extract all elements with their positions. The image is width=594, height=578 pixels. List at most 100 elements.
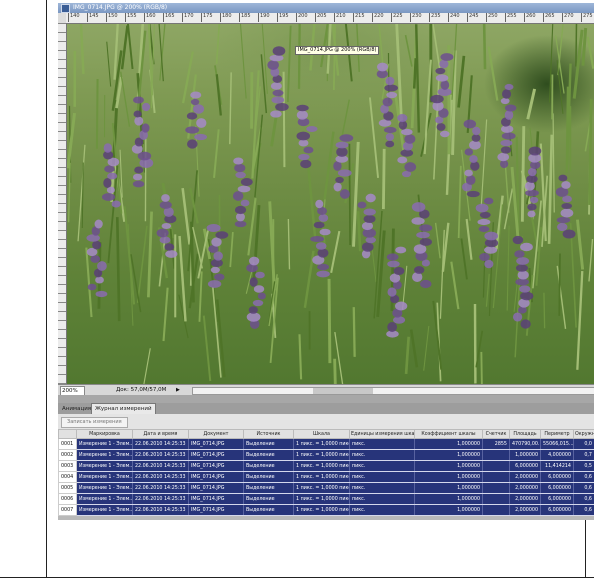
- flower-blossom: [484, 231, 499, 241]
- flower-blossom: [430, 94, 444, 104]
- flower-blossom: [500, 97, 510, 105]
- table-cell: 22.06.2010 14:25:33: [132, 471, 189, 483]
- flower-blossom: [484, 246, 498, 254]
- tab-measurement-log[interactable]: Журнал измерений: [91, 403, 156, 414]
- vertical-ruler[interactable]: [58, 23, 67, 384]
- grass-blade: [333, 358, 337, 384]
- image-canvas[interactable]: IMG_0714.JPG @ 200% (RGB/8): [67, 24, 594, 384]
- flower-blossom: [111, 200, 121, 208]
- flower-blossom: [361, 242, 374, 252]
- grass-blade: [506, 225, 510, 311]
- table-cell: [482, 471, 510, 483]
- column-header[interactable]: Счетчик: [482, 429, 510, 439]
- table-cell: 1,000000: [414, 460, 483, 472]
- flower-blossom: [194, 133, 208, 141]
- grass-blade: [215, 24, 221, 65]
- flower-blossom: [411, 217, 425, 225]
- table-cell: 1 пикс. = 1,0000 пикс.: [293, 482, 350, 494]
- column-header[interactable]: Единицы измерения шкалы: [349, 429, 415, 439]
- grass-blade: [412, 58, 418, 89]
- table-cell: 22.06.2010 14:25:33: [132, 460, 189, 472]
- tab-animation[interactable]: Анимация: [59, 404, 94, 414]
- ruler-tick-label: 235: [429, 13, 441, 22]
- flower-blossom: [387, 260, 400, 268]
- status-arrow-icon[interactable]: ▶: [176, 386, 190, 394]
- grass-blade: [457, 55, 466, 108]
- flower-blossom: [270, 82, 282, 90]
- table-row[interactable]: 0006 Измерение 1 - Элем... 22.06.2010 14:2…: [58, 493, 594, 505]
- document-title-bar[interactable]: IMG_0714.JPG @ 200% (RGB/8): [58, 3, 594, 13]
- column-header[interactable]: Окружн: [573, 429, 594, 439]
- column-header[interactable]: Площадь: [509, 429, 541, 439]
- column-header[interactable]: Коэффициент шкалы: [414, 429, 483, 439]
- table-cell: 4,000000: [540, 449, 574, 461]
- table-cell: Измерение 1 - Элем...: [76, 460, 133, 472]
- ruler-tick-label: 245: [467, 13, 479, 22]
- grass-blade: [352, 307, 356, 357]
- flower-blossom: [363, 208, 376, 216]
- grass-blade: [77, 144, 86, 242]
- record-measurements-button[interactable]: Записать измерения: [61, 417, 128, 428]
- grass-blade: [327, 278, 332, 364]
- column-header[interactable]: [58, 429, 77, 439]
- ruler-tick-label: 175: [201, 13, 213, 22]
- column-header[interactable]: Документ: [188, 429, 244, 439]
- flower-blossom: [501, 132, 516, 140]
- table-cell: 2,000000: [509, 493, 541, 505]
- flower-blossom: [435, 67, 446, 75]
- flower-blossom: [497, 152, 510, 162]
- grass-blade: [287, 219, 291, 270]
- grass-blade: [552, 113, 555, 213]
- flower-blossom: [386, 91, 398, 99]
- ruler-tick-label: 200: [296, 13, 308, 22]
- flower-blossom: [377, 62, 388, 72]
- grass-blade: [120, 25, 129, 70]
- grass-blade: [434, 222, 441, 259]
- flower-blossom: [528, 146, 542, 156]
- table-cell: Измерение 1 - Элем...: [76, 504, 133, 516]
- grass-blade: [543, 292, 546, 329]
- horizontal-scrollbar[interactable]: [192, 387, 594, 395]
- grass-blade: [414, 24, 421, 133]
- scrollbar-thumb[interactable]: [313, 388, 373, 394]
- grass-blade: [457, 165, 462, 239]
- flower-blossom: [333, 182, 342, 192]
- flower-blossom: [561, 181, 571, 189]
- grass-blade: [330, 230, 341, 273]
- flower-blossom: [439, 130, 450, 138]
- column-header[interactable]: Дата и время: [132, 429, 189, 439]
- flower-blossom: [471, 134, 481, 142]
- column-header[interactable]: Шкала: [293, 429, 350, 439]
- flower-blossom: [466, 190, 480, 198]
- flower-blossom: [255, 271, 265, 279]
- grass-blade: [439, 229, 445, 319]
- horizontal-ruler[interactable]: 140 145 150 155 160 165 170 175 180 185 190 195 200 2…: [66, 13, 594, 24]
- flower-blossom: [420, 279, 432, 289]
- table-cell: IMG_0714.JPG: [188, 471, 244, 483]
- table-row[interactable]: 0004 Измерение 1 - Элем... 22.06.2010 14:2…: [58, 471, 594, 483]
- table-row[interactable]: 0007 Измерение 1 - Элем... 22.06.2010 14:2…: [58, 504, 594, 516]
- flower-blossom: [275, 102, 289, 112]
- column-header[interactable]: Источник: [243, 429, 294, 439]
- flower-blossom: [97, 261, 107, 271]
- flower-blossom: [384, 84, 398, 92]
- table-row[interactable]: 0005 Измерение 1 - Элем... 22.06.2010 14:2…: [58, 482, 594, 494]
- flower-blossom: [104, 165, 115, 173]
- grass-blade: [216, 299, 226, 378]
- column-header[interactable]: Периметр: [540, 429, 574, 439]
- table-cell: 0,6: [573, 493, 594, 505]
- table-row[interactable]: 0003 Измерение 1 - Элем... 22.06.2010 14:2…: [58, 460, 594, 472]
- flower-blossom: [504, 104, 517, 112]
- grass-blade: [423, 59, 432, 155]
- ruler-tick-label: 230: [410, 13, 422, 22]
- flower-blossom: [520, 319, 531, 329]
- table-row[interactable]: 0001 Измерение 1 - Элем... 22.06.2010 14:2…: [58, 438, 594, 450]
- table-row[interactable]: 0002 Измерение 1 - Элем... 22.06.2010 14:2…: [58, 449, 594, 461]
- flower-blossom: [404, 162, 417, 172]
- grass-blade: [480, 119, 488, 206]
- flower-blossom: [385, 76, 395, 86]
- flower-blossom: [315, 199, 324, 209]
- column-header[interactable]: Маркировка: [76, 429, 133, 439]
- flower-blossom: [440, 53, 454, 61]
- row-number: 0007: [58, 504, 77, 516]
